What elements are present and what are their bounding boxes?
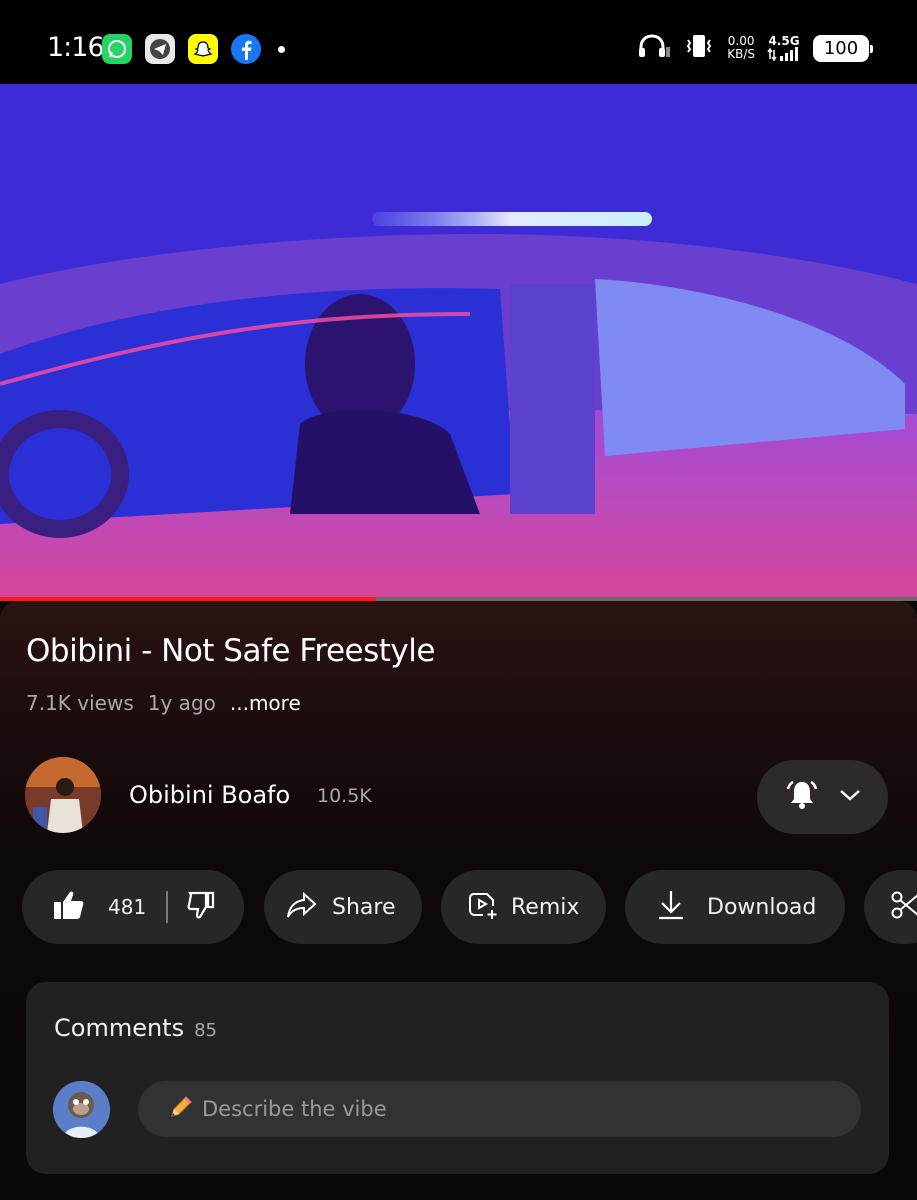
net-speed-unit: KB/S: [727, 47, 755, 61]
action-bar: 481 Share Remix Download: [22, 870, 917, 944]
dislike-button[interactable]: [186, 890, 216, 924]
video-title[interactable]: Obibini - Not Safe Freestyle: [26, 633, 435, 669]
signal-indicator: 4.5G: [767, 35, 801, 61]
share-label: Share: [332, 894, 396, 920]
channel-name[interactable]: Obibini Boafo: [129, 781, 290, 809]
comments-header: Comments 85: [54, 1014, 217, 1042]
pencil-icon: [168, 1094, 194, 1124]
snapchat-icon: [188, 34, 218, 64]
comments-title: Comments: [54, 1014, 185, 1042]
more-link[interactable]: ...more: [230, 691, 301, 715]
share-arrow-icon: [286, 891, 318, 923]
video-player[interactable]: [0, 84, 917, 600]
remix-label: Remix: [511, 894, 580, 920]
clock: 1:16: [47, 32, 105, 63]
view-count: 7.1K views: [26, 691, 134, 715]
video-details-panel: Obibini - Not Safe Freestyle 7.1K views …: [0, 601, 917, 1200]
bell-ringing-icon: [784, 777, 820, 817]
more-notifications-dot: [278, 45, 285, 53]
whatsapp-icon: [102, 34, 132, 64]
clip-button[interactable]: [864, 870, 917, 944]
subscriber-count: 10.5K: [317, 785, 372, 807]
status-indicators: 0.00 KB/S 4.5G 100: [637, 33, 873, 63]
like-button[interactable]: 481: [52, 889, 146, 925]
chevron-down-icon: [838, 787, 862, 807]
facebook-icon: [231, 34, 261, 64]
download-icon: [657, 889, 685, 925]
battery-indicator: 100: [813, 34, 873, 62]
user-avatar[interactable]: [53, 1081, 110, 1138]
net-speed: 0.00 KB/S: [727, 35, 755, 61]
thumbs-up-icon: [52, 889, 86, 925]
comment-input[interactable]: Describe the vibe: [138, 1081, 861, 1137]
comments-section[interactable]: Comments 85 Describe the vibe: [26, 982, 889, 1174]
comments-count: 85: [194, 1020, 217, 1041]
like-divider: [166, 891, 169, 923]
video-frame: [0, 84, 917, 600]
notification-bell-button[interactable]: [757, 760, 888, 834]
video-meta[interactable]: 7.1K views 1y ago ...more: [26, 691, 301, 715]
download-button[interactable]: Download: [625, 870, 845, 944]
vibrate-icon: [683, 33, 715, 63]
like-count: 481: [108, 895, 147, 919]
download-label: Download: [707, 894, 817, 920]
telegram-icon: [145, 34, 175, 64]
headphones-icon: [637, 33, 671, 63]
like-dislike-group: 481: [22, 870, 244, 944]
comment-placeholder: Describe the vibe: [202, 1097, 387, 1121]
remix-button[interactable]: Remix: [441, 870, 606, 944]
status-bar: 1:16 0.00 KB/S 4.5G 100: [0, 0, 917, 84]
upload-age: 1y ago: [147, 691, 216, 715]
share-button[interactable]: Share: [264, 870, 422, 944]
channel-avatar[interactable]: [25, 757, 101, 833]
remix-icon: [467, 889, 499, 925]
network-type: 4.5G: [768, 34, 800, 48]
signal-bars-icon: [767, 47, 798, 61]
scissors-icon: [890, 890, 917, 924]
notification-icons: [102, 34, 285, 64]
thumbs-down-icon: [186, 890, 216, 924]
